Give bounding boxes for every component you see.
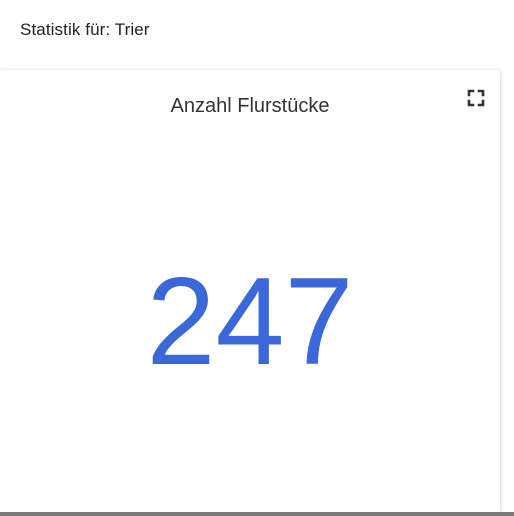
statistics-header: Statistik für: Trier <box>20 20 150 39</box>
statistic-card: Anzahl Flurstücke 247 <box>0 70 500 512</box>
card-title: Anzahl Flurstücke <box>170 95 330 117</box>
fullscreen-icon <box>466 88 486 113</box>
fullscreen-button[interactable] <box>464 88 488 112</box>
bottom-divider <box>0 512 514 516</box>
statistic-value: 247 <box>146 253 354 391</box>
